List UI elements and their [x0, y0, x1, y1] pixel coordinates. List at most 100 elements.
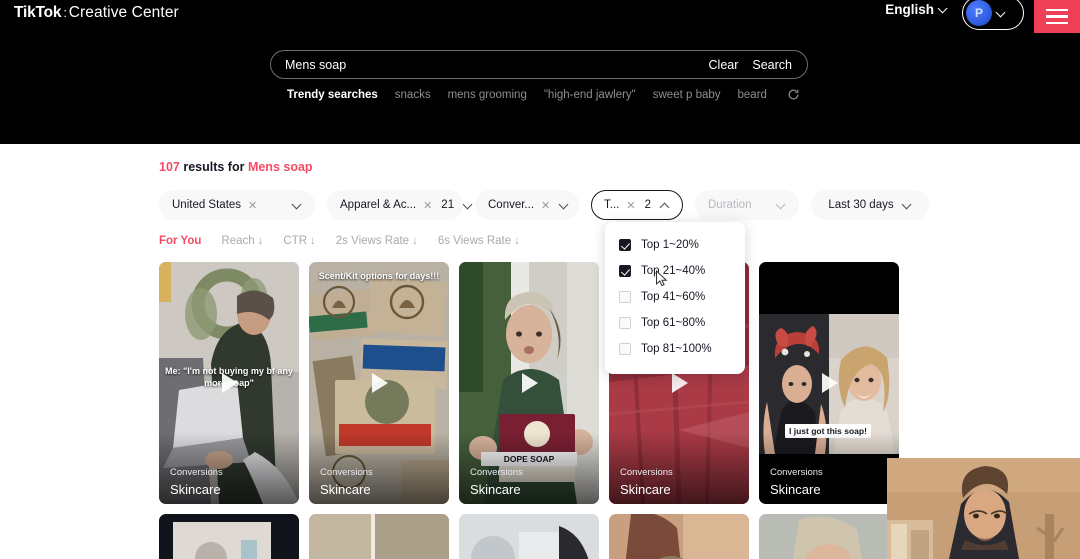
dropdown-option-4[interactable]: Top 81~100%	[605, 336, 745, 362]
sort-arrow-icon: ↓	[257, 235, 264, 247]
filter-chip-region-label: United States	[172, 199, 242, 211]
chevron-down-icon	[560, 201, 566, 210]
filter-chip-industry-count: 21	[441, 199, 455, 211]
video-thumbnail	[159, 514, 299, 559]
dropdown-option-1-label: Top 21~40%	[641, 265, 706, 277]
top-ads-dropdown[interactable]: Top 1~20% Top 21~40% Top 41~60% Top 61~8…	[605, 222, 745, 374]
filter-chip-duration[interactable]: Duration	[695, 190, 799, 220]
clear-icon[interactable]: ✕	[626, 199, 635, 212]
video-card[interactable]	[759, 514, 899, 559]
video-card[interactable]	[459, 514, 599, 559]
brand-logo[interactable]: TikTok: Creative Center	[14, 4, 179, 22]
results-header: 107 results for Mens soap	[159, 160, 313, 174]
video-thumbnail	[459, 514, 599, 559]
dropdown-option-1[interactable]: Top 21~40%	[605, 258, 745, 284]
sort-ctr[interactable]: CTR ↓	[283, 235, 315, 247]
filter-chip-industry[interactable]: Apparel & Ac... ✕ 21	[327, 190, 463, 220]
video-card[interactable]	[609, 514, 749, 559]
account-menu[interactable]: P	[962, 0, 1024, 30]
top-banner: TikTok:Creative Center English P Clear S…	[0, 0, 1080, 144]
avatar: P	[966, 0, 992, 26]
dropdown-option-3-label: Top 61~80%	[641, 317, 706, 329]
sort-reach[interactable]: Reach ↓	[221, 235, 263, 247]
card-category: Skincare	[620, 482, 671, 497]
trendy-searches: Trendy searches snacks mens grooming "hi…	[287, 88, 800, 101]
checkbox-icon[interactable]	[619, 343, 631, 355]
checkbox-checked-icon[interactable]	[619, 265, 631, 277]
sort-row: For You Reach ↓ CTR ↓ 2s Views Rate ↓ 6s…	[159, 235, 520, 247]
sort-arrow-icon: ↓	[514, 235, 520, 247]
filter-chip-top-ads-label: T...	[604, 199, 620, 211]
sort-arrow-icon: ↓	[310, 235, 316, 247]
trendy-searches-label: Trendy searches	[287, 88, 378, 101]
chevron-down-icon	[903, 201, 912, 210]
filter-chip-duration-label: Duration	[708, 199, 752, 211]
video-card-grid-row2	[159, 514, 899, 559]
video-card[interactable]: Me: "I'm not buying my bf any more soap"…	[159, 262, 299, 504]
chevron-down-icon	[997, 9, 1006, 18]
language-selector[interactable]: English	[885, 2, 948, 17]
filter-chip-period[interactable]: Last 30 days	[811, 190, 929, 220]
filter-chip-industry-label: Apparel & Ac...	[340, 199, 417, 211]
sort-for-you-label: For You	[159, 235, 202, 247]
language-label: English	[885, 2, 934, 17]
dropdown-option-2-label: Top 41~60%	[641, 291, 706, 303]
chevron-down-icon	[293, 201, 302, 210]
clear-icon[interactable]: ✕	[423, 199, 432, 212]
search-bar[interactable]: Clear Search	[270, 50, 808, 79]
trendy-item-4[interactable]: beard	[738, 89, 767, 101]
dropdown-option-0[interactable]: Top 1~20%	[605, 232, 745, 258]
dropdown-option-3[interactable]: Top 61~80%	[605, 310, 745, 336]
refresh-icon[interactable]	[787, 88, 800, 101]
filter-chip-row: United States ✕ Apparel & Ac... ✕ 21 Con…	[159, 190, 929, 220]
trendy-item-2[interactable]: "high-end jawlery"	[544, 89, 636, 101]
play-icon	[372, 373, 388, 393]
video-card[interactable]	[159, 514, 299, 559]
clear-button[interactable]: Clear	[695, 58, 739, 72]
video-thumbnail	[609, 514, 749, 559]
clear-icon[interactable]: ✕	[541, 199, 550, 212]
brand-name: TikTok	[14, 4, 62, 21]
clear-icon[interactable]: ✕	[248, 199, 257, 212]
card-objective: Conversions	[470, 467, 523, 478]
card-category: Skincare	[470, 482, 521, 497]
card-objective: Conversions	[770, 467, 823, 478]
card-category: Skincare	[170, 482, 221, 497]
video-card[interactable]	[309, 514, 449, 559]
checkbox-checked-icon[interactable]	[619, 239, 631, 251]
sort-for-you[interactable]: For You	[159, 235, 201, 247]
card-objective: Conversions	[170, 467, 223, 478]
card-category: Skincare	[770, 482, 821, 497]
video-card-grid: Me: "I'm not buying my bf any more soap"…	[159, 262, 899, 504]
dropdown-option-0-label: Top 1~20%	[641, 239, 699, 251]
trendy-item-0[interactable]: snacks	[395, 89, 431, 101]
results-query: Mens soap	[247, 160, 313, 174]
filter-chip-region[interactable]: United States ✕	[159, 190, 315, 220]
search-input[interactable]	[271, 57, 695, 72]
webcam-overlay	[887, 458, 1080, 559]
play-icon	[522, 373, 538, 393]
filter-chip-objective[interactable]: Conver... ✕	[475, 190, 579, 220]
video-card[interactable]: DOPE SOAP Conversions Skincare	[459, 262, 599, 504]
dropdown-option-2[interactable]: Top 41~60%	[605, 284, 745, 310]
brand-separator: :	[63, 5, 67, 20]
checkbox-icon[interactable]	[619, 317, 631, 329]
chevron-up-icon	[661, 201, 670, 210]
filter-chip-objective-label: Conver...	[488, 199, 535, 211]
mouse-cursor-icon	[656, 270, 668, 287]
video-card[interactable]: Scent/Kit options for days!!! Conversion…	[309, 262, 449, 504]
checkbox-icon[interactable]	[619, 291, 631, 303]
filter-chip-top-ads-count: 2	[644, 199, 651, 211]
search-button[interactable]: Search	[738, 58, 807, 72]
trendy-item-3[interactable]: sweet p baby	[653, 89, 721, 101]
hamburger-menu-icon[interactable]	[1034, 0, 1080, 33]
filter-chip-top-ads[interactable]: T... ✕ 2	[591, 190, 683, 220]
card-category: Skincare	[320, 482, 371, 497]
sort-6s-views-rate[interactable]: 6s Views Rate ↓	[438, 235, 520, 247]
play-icon	[222, 373, 238, 393]
sort-2s-views-rate[interactable]: 2s Views Rate ↓	[336, 235, 418, 247]
card-objective: Conversions	[320, 467, 373, 478]
trendy-item-1[interactable]: mens grooming	[448, 89, 527, 101]
video-card[interactable]: I just got this soap! Conversions Skinca…	[759, 262, 899, 504]
page-root: TikTok:Creative Center English P Clear S…	[0, 0, 1080, 559]
